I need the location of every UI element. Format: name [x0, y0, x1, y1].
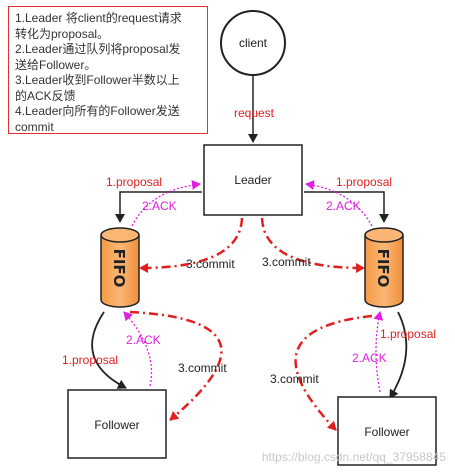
proposal-arrow-fifo-right [389, 311, 408, 399]
ack-label-leader-left: 2.ACK [142, 199, 177, 213]
fifo-right-label: FIFO [374, 249, 392, 288]
leader-node: Leader [203, 144, 303, 216]
proposal-label-leader-right: 1.proposal [336, 175, 392, 189]
follower-left-node: Follower [67, 389, 167, 459]
client-label: client [239, 36, 268, 50]
commit-label-leader-right: 3.commit [262, 255, 311, 269]
watermark-text: https://blog.csdn.net/qq_37958845 [262, 450, 446, 464]
proposal-arrow-fifo-left [91, 311, 127, 389]
client-node: client [220, 10, 286, 76]
ack-arrow-follower-left-fifo [123, 311, 153, 387]
fifo-right: FIFO [364, 227, 404, 308]
ack-label-leader-right: 2.ACK [326, 199, 361, 213]
ack-label-fifo-left: 2.ACK [126, 333, 161, 347]
follower-left-label: Follower [94, 418, 139, 432]
fifo-left: FIFO [100, 227, 140, 308]
zab-diagram: client request Leader 1.proposal 2.ACK 1… [62, 10, 446, 466]
leader-label: Leader [234, 173, 271, 187]
commit-label-leader-left: 3.commit [186, 257, 235, 271]
commit-label-follower-right: 3.commit [270, 372, 319, 386]
follower-right-label: Follower [364, 425, 409, 439]
proposal-label-fifo-left: 1.proposal [62, 353, 118, 367]
commit-label-follower-left: 3.commit [178, 361, 227, 375]
request-label: request [234, 106, 275, 120]
proposal-label-fifo-right: 1.proposal [380, 327, 436, 341]
ack-label-fifo-right: 2.ACK [352, 351, 387, 365]
fifo-left-label: FIFO [110, 249, 128, 288]
proposal-label-leader-left: 1.proposal [106, 175, 162, 189]
